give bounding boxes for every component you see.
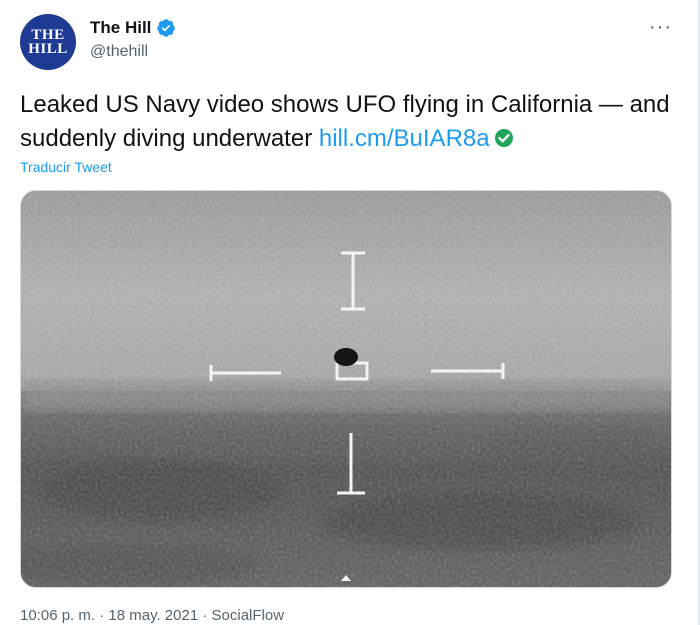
translate-tweet-link[interactable]: Traducir Tweet — [20, 159, 112, 175]
tweet-media-video[interactable] — [20, 190, 672, 588]
ufo-video-frame — [21, 191, 671, 587]
account-handle[interactable]: @thehill — [90, 43, 148, 61]
tweet-text: Leaked US Navy video shows UFO flying in… — [20, 88, 675, 156]
avatar-text-line1: THE — [31, 27, 65, 43]
name-row: The Hill — [90, 18, 176, 38]
tweet-date[interactable]: 18 may. 2021 — [108, 607, 198, 624]
green-check-icon — [494, 129, 513, 147]
display-name[interactable]: The Hill — [90, 18, 151, 38]
video-grain — [21, 191, 671, 587]
tweet-link[interactable]: hill.cm/BuIAR8a — [319, 125, 490, 152]
footer-separator: · — [198, 607, 212, 624]
tweet-source[interactable]: SocialFlow — [212, 607, 285, 624]
tweet-footer: 10:06 p. m. · 18 may. 2021 · SocialFlow — [20, 607, 284, 624]
tweet-card: THE HILL The Hill @thehill ··· Leaked US… — [0, 0, 700, 625]
verified-badge-icon — [157, 19, 176, 37]
ufo-object — [334, 348, 358, 366]
tweet-time[interactable]: 10:06 p. m. — [20, 607, 95, 624]
avatar[interactable]: THE HILL — [20, 14, 76, 70]
footer-separator: · — [95, 607, 109, 624]
avatar-text-line2: HILL — [28, 41, 68, 57]
more-options-icon[interactable]: ··· — [649, 16, 672, 39]
